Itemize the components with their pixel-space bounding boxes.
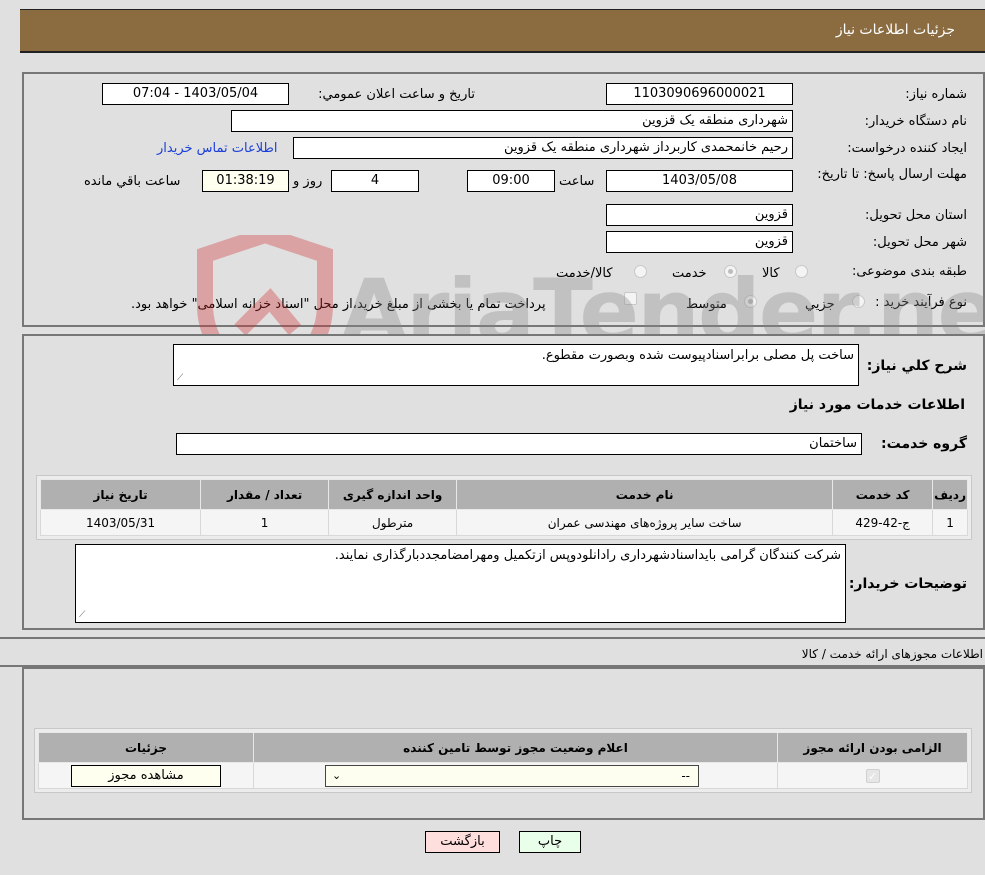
province-label: استان محل تحویل: <box>865 208 967 223</box>
table-row: 1 ج-42-429 ساخت سایر پروژه‌های مهندسی عم… <box>39 509 968 536</box>
permit-status-value: -- <box>681 768 690 783</box>
col-permit-required: الزامی بودن ارائه مجوز <box>777 732 968 763</box>
resize-grip-icon[interactable]: ⟋ <box>177 373 187 383</box>
deadline-date-field: 1403/05/08 <box>606 170 793 192</box>
cell-quantity: 1 <box>200 509 330 536</box>
permits-table-header: الزامی بودن ارائه مجوز اعلام وضعیت مجوز … <box>38 732 968 763</box>
permits-title-bar: اطلاعات مجوزهای ارائه خدمت / کالا <box>0 637 985 667</box>
col-service-name: نام خدمت <box>456 479 834 510</box>
cell-need-date: 1403/05/31 <box>39 509 202 536</box>
permit-required-checkbox[interactable]: ✓ <box>865 768 880 783</box>
description-text: ساخت پل مصلی برابراسنادپیوست شده وبصورت … <box>541 348 854 363</box>
permit-status-select[interactable]: -- ⌄ <box>325 764 699 787</box>
description-label: شرح کلي نیاز: <box>866 358 967 374</box>
services-heading: اطلاعات خدمات مورد نیاز <box>789 397 965 413</box>
buyer-org-label: نام دستگاه خریدار: <box>864 114 967 129</box>
page-header: جزئیات اطلاعات نیاز <box>20 9 985 53</box>
province-field: قزوین <box>606 204 793 226</box>
service-group-field: ساختمان <box>176 433 862 455</box>
requester-field: رحیم خانمحمدی کاربرداز شهرداری منطقه یک … <box>293 137 793 159</box>
permits-table-wrapper: الزامی بودن ارائه مجوز اعلام وضعیت مجوز … <box>34 728 972 793</box>
deadline-label: مهلت ارسال پاسخ: تا تاریخ: <box>817 167 967 182</box>
chevron-down-icon: ⌄ <box>332 768 342 782</box>
cell-service-name: ساخت سایر پروژه‌های مهندسی عمران <box>456 509 834 536</box>
page-title: جزئیات اطلاعات نیاز <box>835 22 955 38</box>
permits-table: الزامی بودن ارائه مجوز اعلام وضعیت مجوز … <box>38 732 968 789</box>
col-unit: واحد اندازه گیری <box>328 479 458 510</box>
remaining-time-field: 01:38:19 <box>202 170 289 192</box>
col-permit-status: اعلام وضعیت مجوز توسط تامین کننده <box>253 732 778 763</box>
service-group-label: گروه خدمت: <box>881 436 967 452</box>
services-table: ردیف کد خدمت نام خدمت واحد اندازه گیری ت… <box>39 479 968 536</box>
col-row: ردیف <box>932 479 968 510</box>
buyer-org-field: شهرداری منطقه یک قزوین <box>231 110 793 132</box>
announce-date-field: 1403/05/04 - 07:04 <box>102 83 289 105</box>
resize-grip-icon[interactable]: ⟋ <box>79 610 89 620</box>
requester-label: ایجاد کننده درخواست: <box>847 141 967 156</box>
col-quantity: تعداد / مقدار <box>200 479 330 510</box>
table-row: ✓ -- ⌄ مشاهده مجوز <box>38 762 968 789</box>
buyer-notes-label: توضیحات خریدار: <box>848 576 967 592</box>
buyer-notes-text: شرکت کنندگان گرامی بایداسنادشهرداری رادا… <box>334 548 841 563</box>
services-table-wrapper: ردیف کد خدمت نام خدمت واحد اندازه گیری ت… <box>36 475 972 540</box>
remaining-time-label: ساعت باقي مانده <box>84 174 181 189</box>
col-permit-details: جزئیات <box>38 732 254 763</box>
deadline-time-label: ساعت <box>559 174 595 189</box>
city-field: قزوین <box>606 231 793 253</box>
permits-title: اطلاعات مجوزهای ارائه خدمت / کالا <box>801 647 983 661</box>
col-service-code: کد خدمت <box>832 479 934 510</box>
col-need-date: تاریخ نیاز <box>39 479 202 510</box>
need-number-label: شماره نیاز: <box>905 87 967 102</box>
cell-row: 1 <box>932 509 968 536</box>
back-button[interactable]: بازگشت <box>425 831 500 853</box>
description-textarea[interactable]: ساخت پل مصلی برابراسنادپیوست شده وبصورت … <box>173 344 859 386</box>
deadline-time-field: 09:00 <box>467 170 555 192</box>
days-remaining-field: 4 <box>331 170 419 192</box>
print-button[interactable]: چاپ <box>519 831 581 853</box>
buyer-contact-link[interactable]: اطلاعات تماس خریدار <box>157 141 277 156</box>
days-label: روز و <box>293 174 323 189</box>
need-number-field: 1103090696000021 <box>606 83 793 105</box>
cell-service-code: ج-42-429 <box>832 509 934 536</box>
cell-unit: مترطول <box>328 509 458 536</box>
announce-date-label: تاریخ و ساعت اعلان عمومي: <box>318 87 475 102</box>
view-permit-button[interactable]: مشاهده مجوز <box>71 764 221 787</box>
buyer-notes-textarea[interactable]: شرکت کنندگان گرامی بایداسنادشهرداری رادا… <box>75 544 846 623</box>
services-table-header: ردیف کد خدمت نام خدمت واحد اندازه گیری ت… <box>39 479 968 510</box>
city-label: شهر محل تحویل: <box>872 235 967 250</box>
